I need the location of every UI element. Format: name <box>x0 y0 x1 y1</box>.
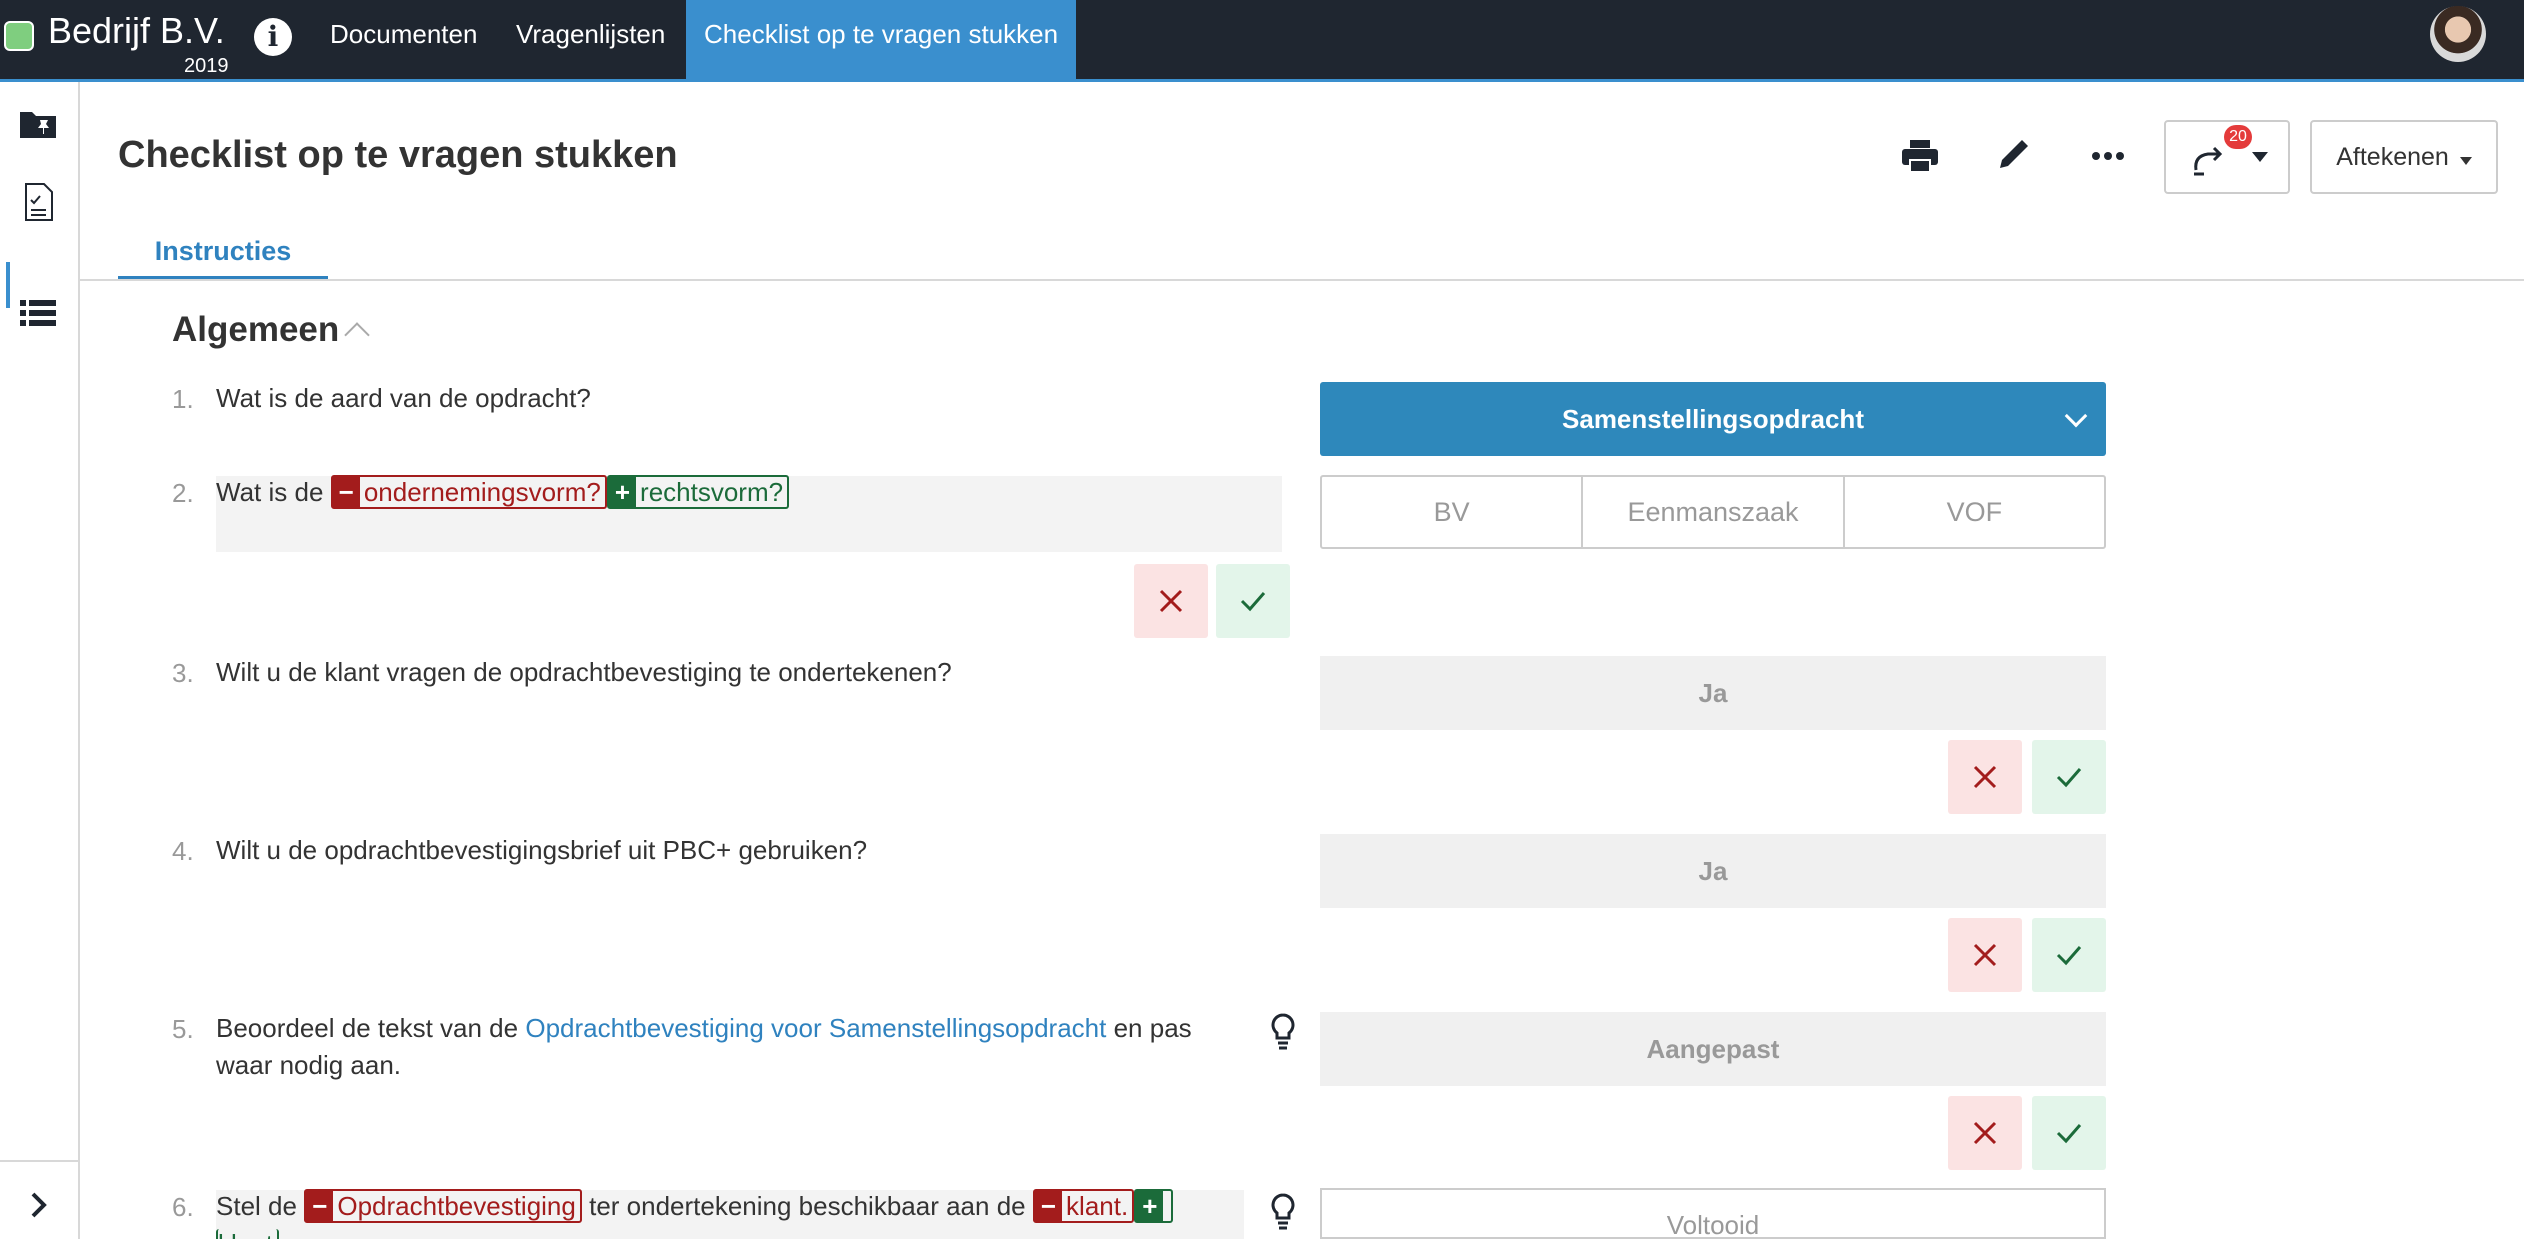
close-icon <box>1159 589 1183 613</box>
aftekenen-button[interactable]: Aftekenen <box>2310 120 2498 194</box>
nav-checklist[interactable]: Checklist op te vragen stukken <box>686 0 1077 80</box>
check-icon <box>2056 1124 2082 1144</box>
question-number: 6. <box>172 1192 194 1222</box>
section-title[interactable]: Algemeen <box>172 310 339 350</box>
more-icon[interactable] <box>2086 136 2130 176</box>
inserted-text-wrap: klant <box>216 1226 279 1239</box>
company-year: 2019 <box>184 55 229 77</box>
inserted-text: + <box>1134 1189 1174 1223</box>
check-icon <box>2056 946 2082 966</box>
document-link[interactable]: Opdrachtbevestiging voor Samenstellingso… <box>525 1013 1106 1043</box>
chevron-up-icon[interactable] <box>344 322 370 348</box>
deleted-text: − Opdrachtbevestiging <box>304 1189 582 1223</box>
question-text: Wilt u de klant vragen de opdrachtbevest… <box>216 657 952 687</box>
check-icon <box>2056 768 2082 788</box>
caret-down-icon <box>2252 152 2268 162</box>
caret-down-icon <box>2459 157 2472 165</box>
check-icon <box>1240 592 1266 612</box>
tab-instructies[interactable]: Instructies <box>118 236 328 280</box>
company-status-icon <box>4 21 34 51</box>
option-eenmanszaak[interactable]: Eenmanszaak <box>1583 477 1845 547</box>
reject-change-button[interactable] <box>1948 918 2022 992</box>
chevron-right-icon[interactable] <box>24 1190 54 1220</box>
list-icon[interactable] <box>18 294 58 334</box>
top-navigation-bar: Bedrijf B.V. 2019 i Documenten Vragenlij… <box>0 0 2524 82</box>
lightbulb-icon[interactable] <box>1268 1012 1298 1052</box>
checklist-document-icon[interactable] <box>18 182 58 222</box>
question-text: Beoordeel de tekst van de Opdrachtbevest… <box>216 1013 1192 1080</box>
sidebar-active-indicator <box>6 262 10 308</box>
question-number: 3. <box>172 658 194 688</box>
accept-change-button[interactable] <box>1216 564 1290 638</box>
close-icon <box>1973 765 1997 789</box>
close-icon <box>1973 943 1997 967</box>
accept-change-button[interactable] <box>2032 918 2106 992</box>
question-prefix: Wat is de <box>216 477 324 507</box>
sync-icon <box>2194 146 2223 176</box>
reject-change-button[interactable] <box>1948 740 2022 814</box>
user-avatar[interactable] <box>2430 6 2486 62</box>
tab-divider <box>80 279 2524 281</box>
option-vof[interactable]: VOF <box>1845 477 2104 547</box>
deleted-text: − klant. <box>1032 1189 1135 1223</box>
nav-documenten[interactable]: Documenten <box>312 0 495 80</box>
reject-change-button[interactable] <box>1134 564 1208 638</box>
answer-select-value: Samenstellingsopdracht <box>1562 404 1864 434</box>
question-number: 5. <box>172 1014 194 1044</box>
accept-change-button[interactable] <box>2032 1096 2106 1170</box>
accept-change-button[interactable] <box>2032 740 2106 814</box>
print-icon[interactable] <box>1898 136 1942 176</box>
nav-vragenlijsten[interactable]: Vragenlijsten <box>498 0 683 80</box>
question-number: 2. <box>172 478 194 508</box>
question-text-tracked: Wat is de − ondernemingsvorm? + rechtsvorm? <box>216 474 790 511</box>
question-number: 4. <box>172 836 194 866</box>
inserted-text: + rechtsvorm? <box>606 475 790 509</box>
answer-field[interactable]: Voltooid <box>1320 1188 2106 1240</box>
sidebar-footer <box>0 1160 80 1239</box>
chevron-down-icon <box>2064 404 2088 428</box>
answer-field[interactable]: Ja <box>1320 834 2106 908</box>
close-icon <box>1973 1121 1997 1145</box>
pin-folder-icon[interactable] <box>18 104 58 144</box>
question-number: 1. <box>172 384 194 414</box>
info-icon[interactable]: i <box>254 18 292 56</box>
aftekenen-label: Aftekenen <box>2336 143 2449 171</box>
answer-options: BV Eenmanszaak VOF <box>1320 475 2106 549</box>
lightbulb-icon[interactable] <box>1268 1192 1298 1232</box>
question-text: Wilt u de opdrachtbevestigingsbrief uit … <box>216 835 868 865</box>
page-title: Checklist op te vragen stukken <box>118 134 678 176</box>
deleted-text: − ondernemingsvorm? <box>330 475 607 509</box>
answer-field[interactable]: Ja <box>1320 656 2106 730</box>
reject-change-button[interactable] <box>1948 1096 2022 1170</box>
sidebar <box>0 82 80 1239</box>
question-text: Wat is de aard van de opdracht? <box>216 383 591 413</box>
pencil-icon[interactable] <box>1992 136 2036 176</box>
option-bv[interactable]: BV <box>1322 477 1584 547</box>
answer-select[interactable]: Samenstellingsopdracht <box>1320 382 2106 456</box>
answer-field[interactable]: Aangepast <box>1320 1012 2106 1086</box>
notification-badge: 20 <box>2224 125 2252 149</box>
company-name[interactable]: Bedrijf B.V. <box>48 10 225 52</box>
question-text-tracked: Stel de − Opdrachtbevestiging ter onderte… <box>216 1188 1174 1225</box>
